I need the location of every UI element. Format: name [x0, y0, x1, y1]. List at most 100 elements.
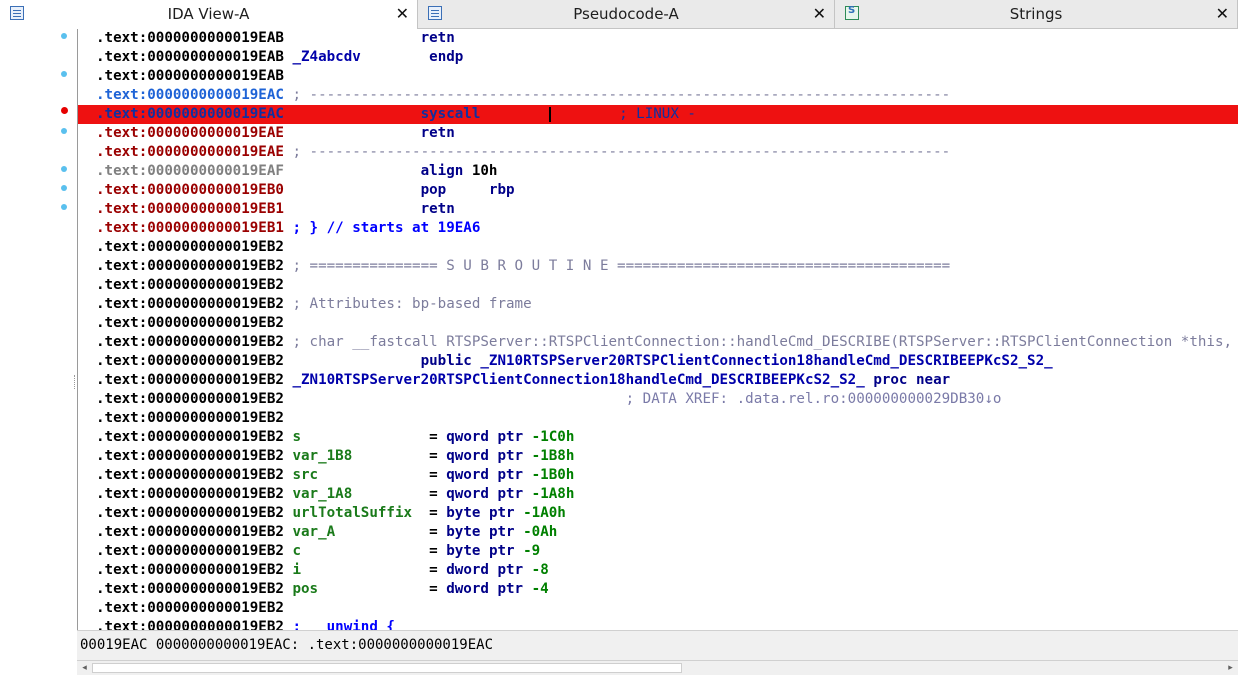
address: .text:0000000000019EB2 [96, 372, 284, 388]
scroll-right-arrow-icon[interactable]: ▸ [1223, 661, 1238, 675]
listing-row[interactable]: .text:0000000000019EAC syscall ; LINUX - [78, 105, 1238, 124]
instruction-text: ; --------------------------------------… [292, 87, 951, 103]
status-bar: 00019EAC 0000000000019EAC: .text:0000000… [77, 630, 1238, 660]
close-icon[interactable]: ✕ [396, 4, 409, 23]
listing-row[interactable]: .text:0000000000019EB2 ; char __fastcall… [78, 333, 1238, 352]
marker-dot-icon [61, 128, 67, 134]
scrollbar-thumb[interactable] [92, 663, 682, 673]
instruction-text: ; --------------------------------------… [292, 144, 951, 160]
listing-row[interactable]: .text:0000000000019EAF align 10h [78, 162, 1238, 181]
instruction-text: pos = dword ptr -4 [292, 581, 549, 597]
listing-row[interactable]: .text:0000000000019EB2 public _ZN10RTSPS… [78, 352, 1238, 371]
marker-dot-icon [61, 204, 67, 210]
address: .text:0000000000019EB2 [96, 600, 284, 616]
instruction-text: ; =============== S U B R O U T I N E ==… [292, 258, 951, 274]
listing-row[interactable]: .text:0000000000019EAE ; ---------------… [78, 143, 1238, 162]
instruction-text: ; DATA XREF: .data.rel.ro:000000000029DB… [625, 391, 1002, 407]
listing-row[interactable]: .text:0000000000019EB2 [78, 276, 1238, 295]
disassembly-listing[interactable]: .text:0000000000019EAB retn .text:0000000… [77, 29, 1238, 630]
listing-row[interactable]: .text:0000000000019EB2 ; ===============… [78, 257, 1238, 276]
listing-row[interactable]: .text:0000000000019EB2 ; Attributes: bp-… [78, 295, 1238, 314]
listing-row[interactable]: .text:0000000000019EB2 _ZN10RTSPServer20… [78, 371, 1238, 390]
instruction-text: var_A = byte ptr -0Ah [292, 524, 558, 540]
tab-bar: IDA View-A ✕ Pseudocode-A ✕ Strings ✕ [0, 0, 1238, 29]
listing-row[interactable]: .text:0000000000019EB0 pop rbp [78, 181, 1238, 200]
listing-row[interactable]: .text:0000000000019EB2 ; __unwind { [78, 618, 1238, 630]
address: .text:0000000000019EB1 [96, 201, 284, 217]
listing-row[interactable]: .text:0000000000019EB2 s = qword ptr -1C… [78, 428, 1238, 447]
listing-row[interactable]: .text:0000000000019EB2 ; DATA XREF: .dat… [78, 390, 1238, 409]
address: .text:0000000000019EB2 [96, 486, 284, 502]
instruction-text: urlTotalSuffix = byte ptr -1A0h [292, 505, 566, 521]
instruction-text: s = qword ptr -1C0h [292, 429, 575, 445]
address: .text:0000000000019EAC [96, 87, 284, 103]
listing-row[interactable]: .text:0000000000019EB2 [78, 314, 1238, 333]
address: .text:0000000000019EAC [96, 106, 284, 122]
breakpoint-icon[interactable] [61, 107, 68, 114]
listing-row[interactable]: .text:0000000000019EB2 [78, 238, 1238, 257]
listing-row[interactable]: .text:0000000000019EB2 var_A = byte ptr … [78, 523, 1238, 542]
address: .text:0000000000019EB2 [96, 581, 284, 597]
listing-row[interactable]: .text:0000000000019EB2 var_1A8 = qword p… [78, 485, 1238, 504]
address: .text:0000000000019EB2 [96, 315, 284, 331]
listing-row[interactable]: .text:0000000000019EB2 urlTotalSuffix = … [78, 504, 1238, 523]
address: .text:0000000000019EB2 [96, 543, 284, 559]
listing-row[interactable]: .text:0000000000019EB2 var_1B8 = qword p… [78, 447, 1238, 466]
address: .text:0000000000019EB2 [96, 410, 284, 426]
instruction-text: _Z4abcdv endp [292, 49, 464, 65]
address: .text:0000000000019EB2 [96, 505, 284, 521]
tab-label: Pseudocode-A [573, 5, 679, 23]
arrows-gutter[interactable] [0, 29, 77, 675]
listing-row[interactable]: .text:0000000000019EB2 c = byte ptr -9 [78, 542, 1238, 561]
instruction-text: var_1B8 = qword ptr -1B8h [292, 448, 575, 464]
address: .text:0000000000019EB2 [96, 296, 284, 312]
instruction-text: src = qword ptr -1B0h [292, 467, 575, 483]
instruction-text: ; } // starts at 19EA6 [292, 220, 481, 236]
tab-label: IDA View-A [167, 5, 250, 23]
address: .text:0000000000019EB2 [96, 258, 284, 274]
horizontal-scrollbar[interactable]: ◂ ▸ [77, 660, 1238, 675]
close-icon[interactable]: ✕ [813, 4, 826, 23]
address: .text:0000000000019EAB [96, 68, 284, 84]
address: .text:0000000000019EB2 [96, 353, 284, 369]
instruction-text: public _ZN10RTSPServer20RTSPClientConnec… [420, 353, 1053, 369]
marker-dot-icon [61, 33, 67, 39]
address: .text:0000000000019EB2 [96, 334, 284, 350]
listing-row[interactable]: .text:0000000000019EB1 retn [78, 200, 1238, 219]
address: .text:0000000000019EB2 [96, 429, 284, 445]
address: .text:0000000000019EAE [96, 144, 284, 160]
marker-dot-icon [61, 185, 67, 191]
instruction-text: align 10h [420, 163, 498, 179]
address: .text:0000000000019EB2 [96, 391, 284, 407]
listing-row[interactable]: .text:0000000000019EAB retn [78, 29, 1238, 48]
instruction-text: _ZN10RTSPServer20RTSPClientConnection18h… [292, 372, 951, 388]
listing-row[interactable]: .text:0000000000019EB2 src = qword ptr -… [78, 466, 1238, 485]
instruction-text: c = byte ptr -9 [292, 543, 541, 559]
instruction-text: pop rbp [420, 182, 515, 198]
listing-row[interactable]: .text:0000000000019EB2 i = dword ptr -8 [78, 561, 1238, 580]
address: .text:0000000000019EB2 [96, 239, 284, 255]
close-icon[interactable]: ✕ [1216, 4, 1229, 23]
address: .text:0000000000019EB2 [96, 619, 284, 630]
listing-row[interactable]: .text:0000000000019EB2 [78, 599, 1238, 618]
address: .text:0000000000019EB2 [96, 448, 284, 464]
address: .text:0000000000019EAB [96, 49, 284, 65]
instruction-text: var_1A8 = qword ptr -1A8h [292, 486, 575, 502]
listing-row[interactable]: .text:0000000000019EB2 [78, 409, 1238, 428]
tab-pseudocode-a[interactable]: Pseudocode-A ✕ [418, 0, 835, 29]
instruction-text: syscall ; LINUX - [420, 106, 696, 122]
listing-row[interactable]: .text:0000000000019EAB [78, 67, 1238, 86]
address: .text:0000000000019EB2 [96, 467, 284, 483]
tab-ida-view-a[interactable]: IDA View-A ✕ [0, 0, 418, 29]
instruction-text: i = dword ptr -8 [292, 562, 549, 578]
tab-label: Strings [1009, 5, 1063, 23]
listing-row[interactable]: .text:0000000000019EB1 ; } // starts at … [78, 219, 1238, 238]
listing-row[interactable]: .text:0000000000019EAE retn [78, 124, 1238, 143]
listing-row[interactable]: .text:0000000000019EAC ; ---------------… [78, 86, 1238, 105]
listing-row[interactable]: .text:0000000000019EB2 pos = dword ptr -… [78, 580, 1238, 599]
marker-dot-icon [61, 71, 67, 77]
listing-row[interactable]: .text:0000000000019EAB _Z4abcdv endp [78, 48, 1238, 67]
address: .text:0000000000019EAB [96, 30, 284, 46]
scroll-left-arrow-icon[interactable]: ◂ [77, 661, 92, 675]
tab-strings[interactable]: Strings ✕ [835, 0, 1238, 29]
